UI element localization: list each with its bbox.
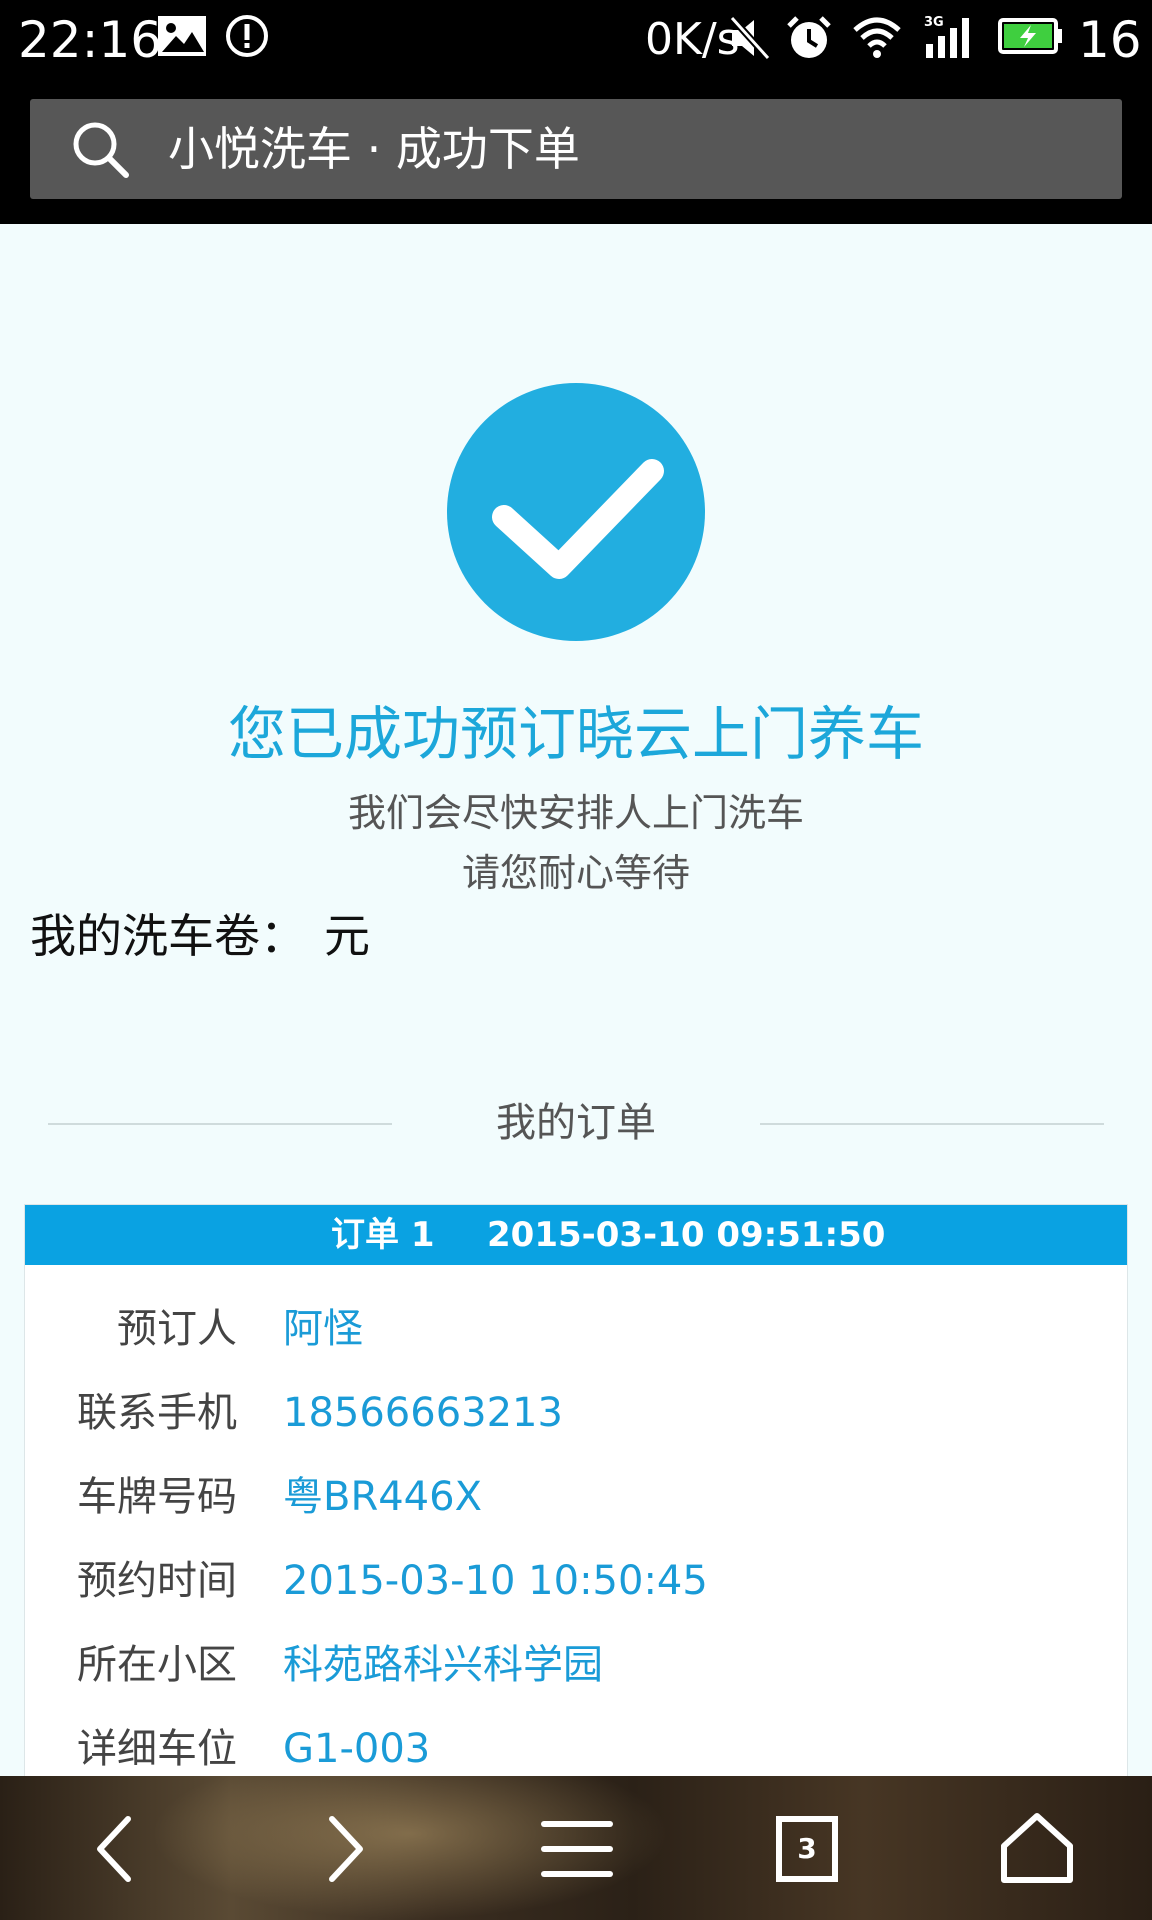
order-field-community: 所在小区 科苑路科兴科学园 (25, 1623, 1127, 1707)
network-speed: 0K/s (645, 14, 740, 65)
image-icon (158, 16, 206, 56)
bottom-nav-bar: 3 (0, 1776, 1152, 1920)
status-bar: 22:16 0K/s 3G 16 (0, 0, 1152, 76)
order-field-plate: 车牌号码 粤BR446X (25, 1455, 1127, 1539)
home-icon[interactable] (982, 1794, 1092, 1904)
divider-right (760, 1123, 1104, 1125)
coupon-info: 我的洗车卷： 元 (30, 906, 388, 966)
alert-icon (226, 15, 268, 57)
order-header: 订单 1 2015-03-10 09:51:50 (25, 1205, 1127, 1265)
order-field-booker: 预订人 阿怪 (25, 1287, 1127, 1371)
address-bar: 小悦洗车 · 成功下单 (0, 76, 1152, 224)
field-value: 科苑路科兴科学园 (283, 1642, 603, 1688)
battery-level: 16 (1078, 11, 1142, 69)
field-value: 阿怪 (283, 1306, 363, 1352)
search-icon[interactable] (70, 119, 130, 179)
field-value: 2015-03-10 10:50:45 (283, 1558, 708, 1604)
order-number: 订单 1 (331, 1215, 435, 1255)
field-label: 预订人 (117, 1306, 237, 1352)
field-label: 预约时间 (77, 1558, 237, 1604)
field-label: 所在小区 (77, 1642, 237, 1688)
order-created-time: 2015-03-10 09:51:50 (487, 1215, 886, 1255)
success-title: 您已成功预订晓云上门养车 (227, 700, 924, 768)
field-value: 18566663213 (283, 1390, 563, 1436)
check-circle-icon (447, 383, 705, 641)
battery-charging-icon (998, 18, 1062, 54)
order-card[interactable]: 订单 1 2015-03-10 09:51:50 预订人 阿怪 联系手机 185… (24, 1204, 1128, 1778)
alarm-icon (787, 16, 831, 58)
coupon-label: 我的洗车卷： (30, 909, 306, 963)
coupon-value: 元 (324, 909, 370, 963)
menu-icon[interactable] (522, 1794, 632, 1904)
back-icon[interactable] (60, 1794, 170, 1904)
success-message-line2: 请您耐心等待 (461, 851, 690, 895)
status-time: 22:16 (18, 11, 163, 69)
svg-text:3G: 3G (924, 15, 944, 30)
page-title[interactable]: 小悦洗车 · 成功下单 (168, 119, 580, 179)
field-label: 车牌号码 (77, 1474, 237, 1520)
field-label: 联系手机 (77, 1390, 237, 1436)
field-value: 粤BR446X (283, 1474, 482, 1520)
order-field-appointment-time: 预约时间 2015-03-10 10:50:45 (25, 1539, 1127, 1623)
mute-icon (729, 15, 771, 61)
order-field-phone: 联系手机 18566663213 (25, 1371, 1127, 1455)
tab-count: 3 (797, 1832, 817, 1865)
url-box[interactable]: 小悦洗车 · 成功下单 (30, 99, 1122, 199)
tabs-button[interactable]: 3 (752, 1794, 862, 1904)
success-message-line1: 我们会尽快安排人上门洗车 (347, 791, 804, 835)
field-value: G1-003 (283, 1726, 431, 1772)
forward-icon[interactable] (290, 1794, 400, 1904)
signal-3g-icon: 3G (924, 15, 969, 58)
wifi-icon (853, 17, 901, 58)
field-label: 详细车位 (77, 1726, 237, 1772)
